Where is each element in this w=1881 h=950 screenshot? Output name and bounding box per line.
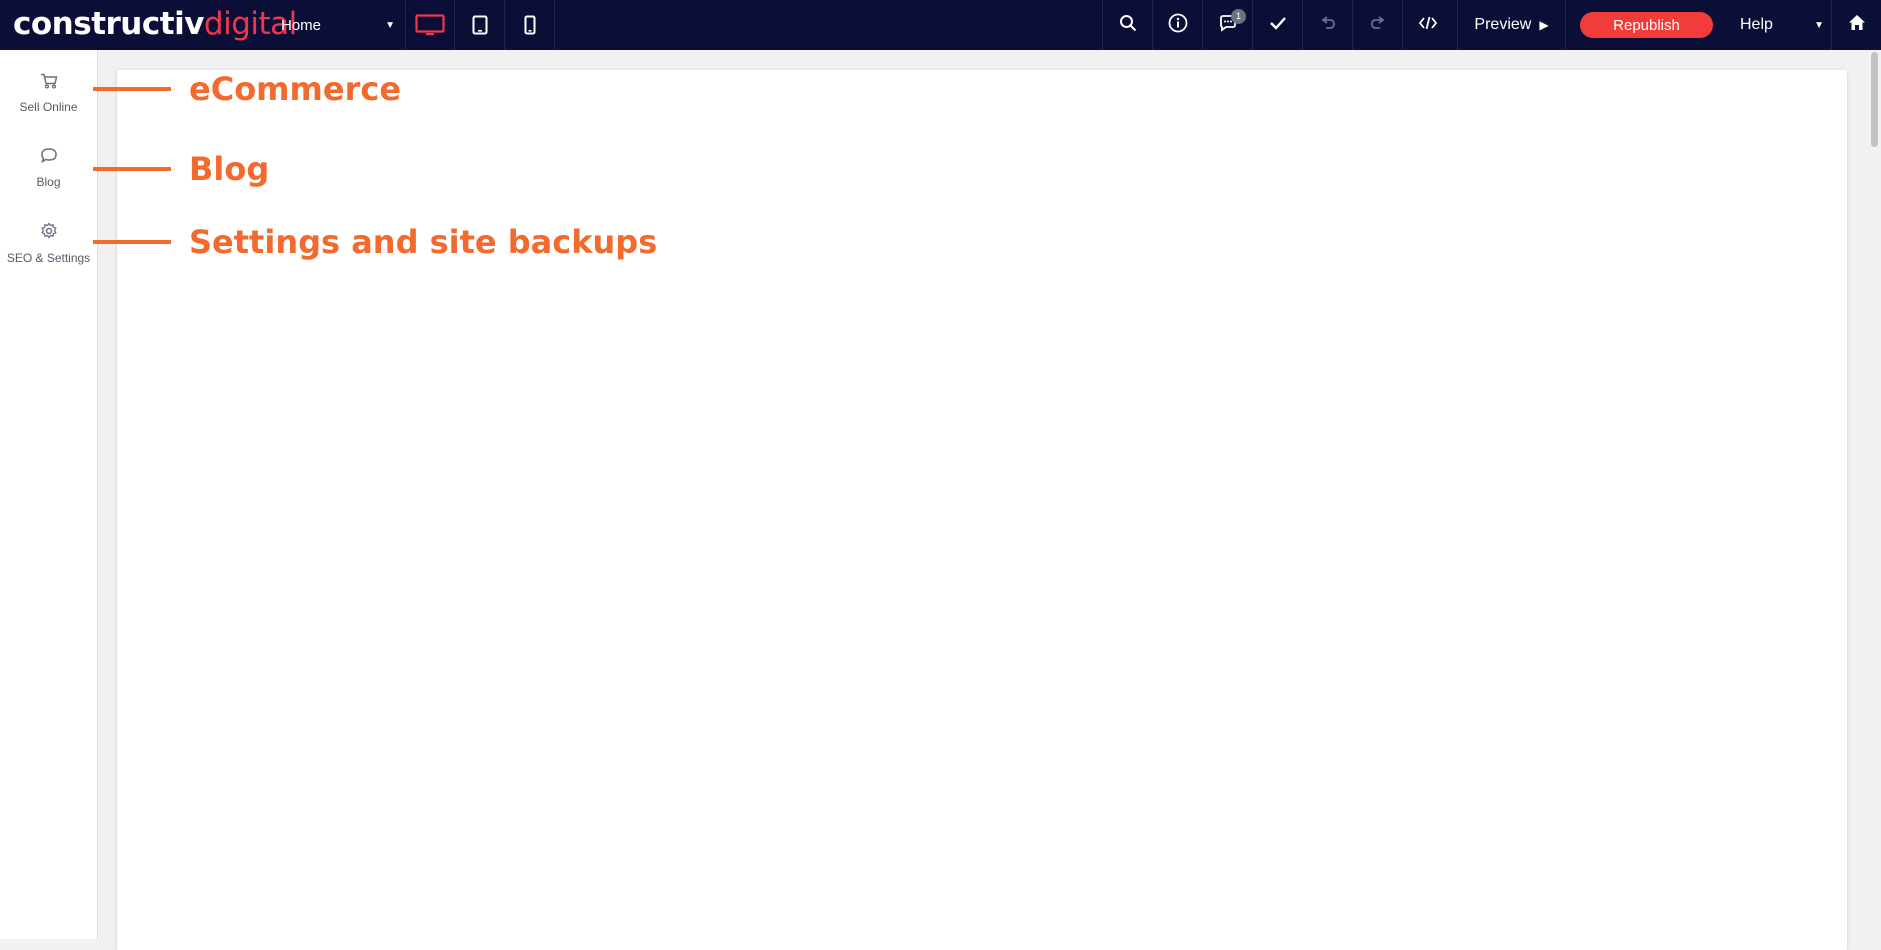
home-button[interactable] <box>1831 0 1881 50</box>
code-button[interactable] <box>1402 0 1452 50</box>
home-icon <box>1848 14 1866 36</box>
help-dropdown[interactable]: Help ▼ <box>1740 0 1830 50</box>
redo-button[interactable] <box>1352 0 1402 50</box>
tablet-icon <box>472 15 488 35</box>
checkmark-icon <box>1269 15 1287 36</box>
republish-label: Republish <box>1613 16 1680 34</box>
page-canvas[interactable] <box>117 70 1847 950</box>
info-icon <box>1168 13 1188 38</box>
info-button[interactable] <box>1152 0 1202 50</box>
desktop-view-button[interactable] <box>405 0 455 50</box>
sidebar-item-label: Sell Online <box>19 100 78 114</box>
mobile-view-button[interactable] <box>505 0 555 50</box>
chevron-down-icon: ▼ <box>1814 19 1824 31</box>
preview-button[interactable]: Preview ▶ <box>1457 0 1565 50</box>
check-button[interactable] <box>1252 0 1302 50</box>
desktop-icon <box>415 14 445 36</box>
annotation-line <box>93 240 171 244</box>
help-label: Help <box>1740 16 1773 33</box>
mobile-icon <box>524 15 536 35</box>
undo-icon <box>1319 15 1337 36</box>
annotation-blog: Blog <box>189 150 270 188</box>
sidebar-item-label: SEO & Settings <box>6 251 91 265</box>
tablet-view-button[interactable] <box>455 0 505 50</box>
editor-canvas-area <box>98 50 1868 950</box>
sidebar-item-seo-settings[interactable]: SEO & Settings <box>0 222 97 265</box>
comments-button[interactable]: 1 <box>1202 0 1252 50</box>
chat-bubble-icon <box>40 147 58 169</box>
page-selector-label: Home <box>281 16 322 34</box>
preview-label: Preview <box>1474 16 1532 33</box>
annotation-line <box>93 167 171 171</box>
sidebar-item-sell-online[interactable]: Sell Online <box>0 73 97 114</box>
chevron-down-icon: ▼ <box>385 19 395 31</box>
scrollbar-thumb[interactable] <box>1871 52 1878 147</box>
annotation-settings-backups: Settings and site backups <box>189 223 658 261</box>
top-toolbar: constructivdigital Home ▼ 1 Preview ▶ Re… <box>0 0 1881 50</box>
brand-logo[interactable]: constructivdigital <box>13 4 297 44</box>
sidebar-item-label: Blog <box>36 175 61 189</box>
divider <box>1565 0 1566 50</box>
sidebar-item-blog[interactable]: Blog <box>0 147 97 189</box>
page-selector-dropdown[interactable]: Home ▼ <box>281 0 399 50</box>
gear-icon <box>40 222 58 245</box>
comments-count-badge: 1 <box>1231 9 1246 24</box>
search-button[interactable] <box>1102 0 1152 50</box>
vertical-scrollbar[interactable] <box>1868 50 1881 939</box>
left-sidebar: Sell Online Blog SEO & Settings <box>0 50 98 939</box>
search-icon <box>1119 14 1137 37</box>
annotation-line <box>93 87 171 91</box>
republish-button[interactable]: Republish <box>1580 12 1713 38</box>
code-icon <box>1418 15 1438 36</box>
undo-button[interactable] <box>1302 0 1352 50</box>
annotation-ecommerce: eCommerce <box>189 70 402 108</box>
play-icon: ▶ <box>1539 18 1549 32</box>
logo-text-constructiv: constructiv <box>13 6 204 42</box>
redo-icon <box>1369 15 1387 36</box>
cart-icon <box>40 73 58 94</box>
